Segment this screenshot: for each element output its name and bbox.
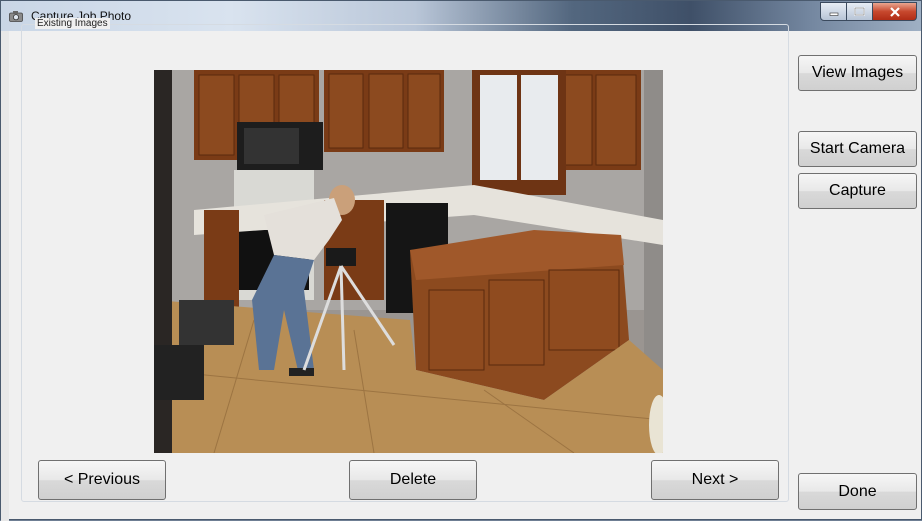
- minimize-button[interactable]: [820, 2, 847, 21]
- window-border: [1, 31, 9, 521]
- group-label: Existing Images: [35, 18, 110, 29]
- capture-job-photo-window: Capture Job Photo Existing Images View I…: [0, 0, 922, 521]
- delete-button[interactable]: Delete: [349, 460, 477, 500]
- close-button[interactable]: [873, 2, 917, 21]
- next-button[interactable]: Next >: [651, 460, 779, 500]
- previous-button[interactable]: < Previous: [38, 460, 166, 500]
- camera-icon: [9, 11, 23, 22]
- minimize-icon: [829, 12, 838, 16]
- done-button[interactable]: Done: [798, 473, 917, 510]
- maximize-button[interactable]: [847, 2, 873, 21]
- capture-button[interactable]: Capture: [798, 173, 917, 209]
- close-icon: [889, 6, 900, 17]
- maximize-icon: [854, 7, 865, 16]
- job-photo: [154, 70, 663, 453]
- start-camera-button[interactable]: Start Camera: [798, 131, 917, 167]
- view-images-button[interactable]: View Images: [798, 55, 917, 91]
